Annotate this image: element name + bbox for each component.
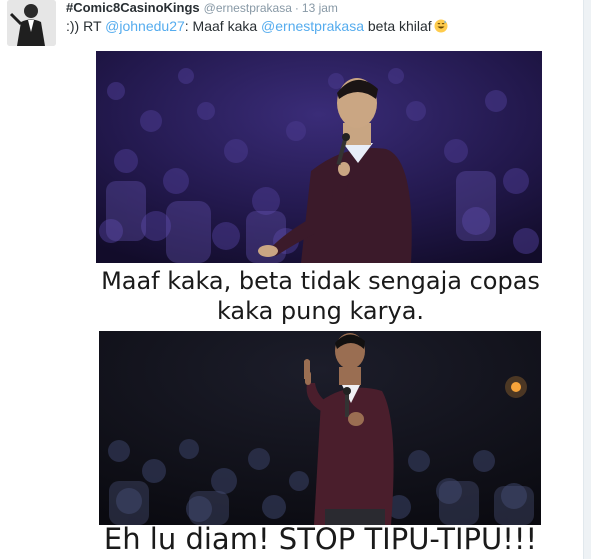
tweet-text: :)) RT @johnedu27: Maaf kaka @ernestprak…	[66, 16, 448, 36]
tweet-header: #Comic8CasinoKings @ernestprakasa · 13 jam	[66, 0, 338, 16]
separator-dot: ·	[294, 1, 299, 15]
comedian-photo-top	[96, 51, 542, 263]
timestamp[interactable]: 13 jam	[302, 1, 338, 15]
caption-bottom: Eh lu diam! STOP TIPU-TIPU!!!	[103, 522, 538, 556]
tweet: #Comic8CasinoKings @ernestprakasa · 13 jam …	[0, 0, 591, 559]
meme-image[interactable]: Maaf kaka, beta tidak sengaja copas kaka…	[93, 47, 548, 559]
tweet-text-suffix: beta khilaf	[363, 18, 432, 34]
avatar[interactable]	[7, 0, 56, 46]
mention-link[interactable]: @ernestprakasa	[261, 18, 364, 34]
author-name[interactable]: #Comic8CasinoKings	[66, 0, 200, 15]
tweet-text-middle: : Maaf kaka	[184, 18, 262, 34]
mention-link[interactable]: @johnedu27	[105, 18, 185, 34]
comedian-photo-bottom	[99, 331, 541, 525]
grinning-sweat-emoji-icon	[434, 18, 448, 33]
author-handle[interactable]: @ernestprakasa	[204, 1, 292, 15]
tweet-text-prefix: :)) RT	[66, 18, 106, 34]
caption-top: Maaf kaka, beta tidak sengaja copas kaka…	[101, 267, 540, 325]
page-scrollbar[interactable]	[583, 0, 591, 559]
